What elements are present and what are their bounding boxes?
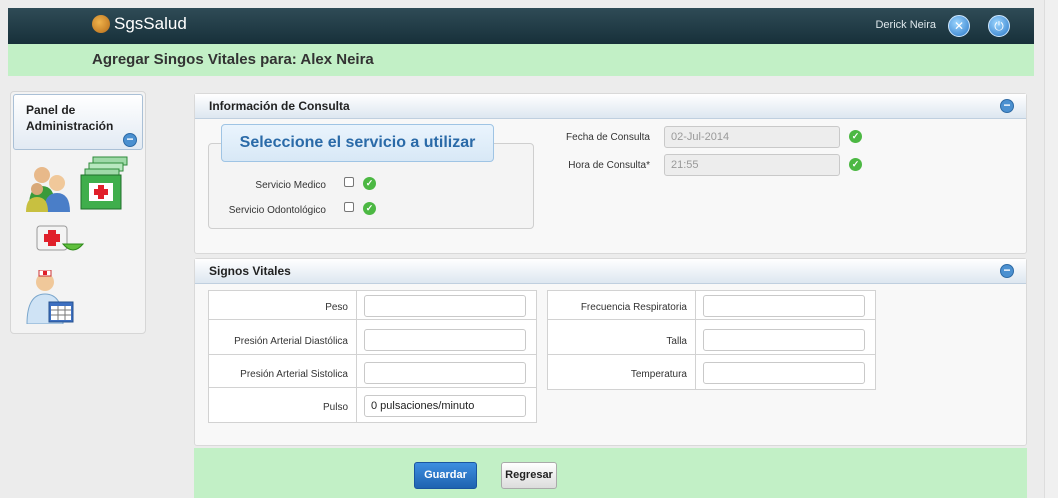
service-medico-label: Servicio Medico	[255, 180, 326, 191]
side-panel-header: Panel de Administración −	[13, 94, 143, 150]
logo-icon	[92, 15, 110, 33]
presion-diastolica-label: Presión Arterial Diastólica	[234, 336, 348, 347]
side-panel-title: Panel de Administración	[26, 103, 114, 133]
users-icon[interactable]	[25, 162, 75, 212]
service-legend: Seleccione el servicio a utilizar	[221, 124, 494, 162]
check-ok-icon: ✓	[363, 202, 376, 215]
presion-sistolica-label: Presión Arterial Sistolica	[240, 369, 348, 380]
page-title: Agregar Singos Vitales para: Alex Neira	[92, 51, 374, 68]
doctor-calendar-icon[interactable]	[25, 270, 75, 324]
page-title-bar: Agregar Singos Vitales para: Alex Neira	[8, 44, 1034, 76]
signos-panel-header: Signos Vitales −	[195, 259, 1026, 284]
settings-icon[interactable]: ✕	[948, 15, 970, 37]
consulta-panel-title: Información de Consulta	[209, 99, 350, 113]
consulta-panel-header: Información de Consulta −	[195, 94, 1026, 119]
check-ok-icon: ✓	[849, 130, 862, 143]
back-button[interactable]: Regresar	[501, 462, 557, 489]
check-ok-icon: ✓	[363, 177, 376, 190]
hora-input[interactable]: 21:55	[664, 154, 840, 176]
brand[interactable]: SgsSalud	[92, 14, 187, 34]
window-scrollbar[interactable]	[1044, 0, 1058, 498]
top-navbar: SgsSalud Derick Neira ✕ ⏻	[8, 8, 1034, 44]
temperatura-label: Temperatura	[630, 369, 687, 380]
presion-diastolica-input[interactable]	[364, 329, 526, 351]
hora-label: Hora de Consulta*	[568, 160, 650, 171]
presion-sistolica-input[interactable]	[364, 362, 526, 384]
app-name: SgsSalud	[114, 14, 187, 33]
service-odontologico-checkbox[interactable]	[344, 202, 354, 212]
form-actions-bar	[194, 448, 1027, 498]
first-aid-kit-icon[interactable]	[35, 218, 85, 258]
column-divider	[695, 291, 696, 389]
consulta-collapse-icon[interactable]: −	[1000, 99, 1014, 113]
pulso-label: Pulso	[322, 402, 348, 413]
medical-records-icon[interactable]	[79, 155, 131, 211]
frecuencia-respiratoria-label: Frecuencia Respiratoria	[580, 302, 687, 313]
signos-panel-title: Signos Vitales	[209, 264, 291, 278]
side-panel-collapse-icon[interactable]: −	[123, 133, 137, 147]
pulso-input[interactable]: 0 pulsaciones/minuto	[364, 395, 526, 417]
save-button[interactable]: Guardar	[414, 462, 477, 489]
column-divider	[356, 291, 357, 422]
service-odontologico-label: Servicio Odontológico	[228, 205, 326, 216]
talla-input[interactable]	[703, 329, 865, 351]
user-name[interactable]: Derick Neira	[875, 19, 936, 31]
signos-collapse-icon[interactable]: −	[1000, 264, 1014, 278]
temperatura-input[interactable]	[703, 362, 865, 384]
service-medico-checkbox[interactable]	[344, 177, 354, 187]
check-ok-icon: ✓	[849, 158, 862, 171]
peso-label: Peso	[325, 302, 348, 313]
peso-input[interactable]	[364, 295, 526, 317]
fecha-label: Fecha de Consulta	[566, 132, 650, 143]
power-icon[interactable]: ⏻	[988, 15, 1010, 37]
fecha-input[interactable]: 02-Jul-2014	[664, 126, 840, 148]
admin-side-panel: Panel de Administración −	[10, 91, 146, 334]
talla-label: Talla	[666, 336, 687, 347]
frecuencia-respiratoria-input[interactable]	[703, 295, 865, 317]
